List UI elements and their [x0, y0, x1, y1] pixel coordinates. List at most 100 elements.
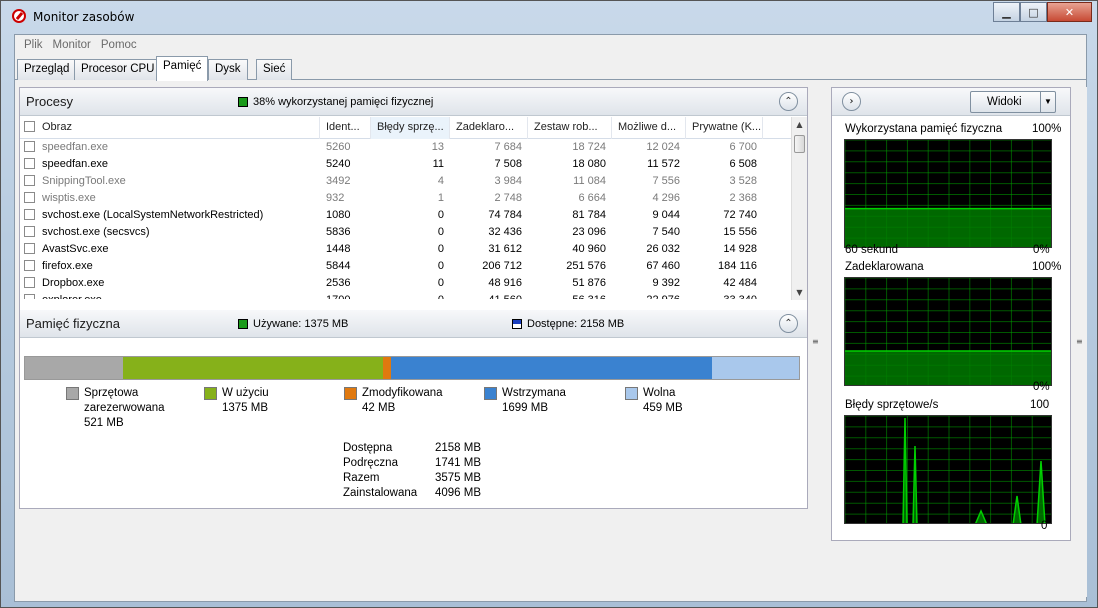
cell-ws: 11 084 [573, 175, 606, 187]
cell-priv: 3 528 [729, 175, 757, 187]
process-name: firefox.exe [42, 260, 93, 272]
stat-value: 2158 MB [435, 442, 482, 454]
process-checkbox[interactable] [24, 243, 35, 254]
processes-header[interactable]: Procesy 38% wykorzystanej pamięci fizycz… [20, 88, 807, 116]
process-table-scrollbar[interactable]: ▲ ▼ [791, 117, 807, 300]
graph-area [845, 351, 1051, 385]
stat-row-zainstalowana: Zainstalowana 4096 MB [343, 486, 481, 501]
tab-dysk[interactable]: Dysk [208, 59, 248, 80]
cell-pid: 3492 [326, 175, 351, 187]
cell-obraz: Dropbox.exe [20, 275, 320, 292]
cell-priv: 42 484 [723, 277, 757, 289]
legend-item: Wstrzymana 1699 MB [484, 386, 566, 416]
scroll-down-arrow-icon[interactable]: ▼ [792, 285, 807, 300]
process-checkbox[interactable] [24, 277, 35, 288]
tab-procesor-cpu[interactable]: Procesor CPU [74, 59, 162, 80]
cell-priv: 33 340 [686, 292, 763, 299]
process-checkbox[interactable] [24, 192, 35, 203]
left-pane-scrollbar[interactable]: ≡ [809, 87, 823, 597]
table-row[interactable]: svchost.exe (secsvcs) 5836 0 32 436 23 096 7 … [20, 224, 793, 241]
available-memory-summary: Dostępne: 2158 MB [512, 318, 624, 330]
process-checkbox[interactable] [24, 226, 35, 237]
cell-priv: 14 928 [723, 243, 757, 255]
expand-graphs-button[interactable]: › [842, 92, 861, 111]
collapse-processes-button[interactable]: ⌃ [779, 92, 798, 111]
left-panel: Procesy 38% wykorzystanej pamięci fizycz… [19, 87, 808, 509]
legend-swatch [204, 387, 217, 400]
stat-value: 4096 MB [435, 487, 482, 499]
graph1-title: Wykorzystana pamięć fizyczna [845, 123, 1003, 135]
cell-commit: 31 612 [488, 243, 522, 255]
process-name: speedfan.exe [42, 158, 109, 170]
membar-segment [25, 357, 124, 379]
graphs-panel-footer [827, 543, 1073, 601]
table-header: Obraz Ident... Błędy sprzę... Zadeklaro.… [20, 117, 793, 139]
memory-usage-text: 38% wykorzystanej pamięci fizycznej [253, 96, 434, 108]
graphs-scrollbar[interactable]: ≡ [1073, 87, 1087, 597]
col-bledy-sprzetowe[interactable]: Błędy sprzę... [371, 117, 450, 139]
stat-row-podreczna: Podręczna 1741 MB [343, 456, 481, 471]
cell-faults: 4 [437, 175, 444, 187]
table-row[interactable]: AvastSvc.exe 1448 0 31 612 40 960 26 032 14 92… [20, 241, 793, 258]
tab-przeglad[interactable]: Przegląd [17, 59, 77, 80]
collapse-physical-memory-button[interactable]: ⌃ [779, 314, 798, 333]
col-zadeklarowane[interactable]: Zadeklaro... [450, 117, 528, 139]
cell-commit: 48 916 [488, 277, 522, 289]
col-ident[interactable]: Ident... [320, 117, 371, 139]
graph2-min: 0% [1033, 381, 1050, 393]
tab-siec[interactable]: Sieć [256, 59, 293, 80]
process-checkbox[interactable] [24, 141, 35, 152]
process-checkbox[interactable] [24, 158, 35, 169]
col-zestaw-roboczy[interactable]: Zestaw rob... [528, 117, 612, 139]
available-memory-text: Dostępne: 2158 MB [527, 318, 625, 330]
maximize-button[interactable]: □ [1020, 2, 1047, 22]
process-name: wisptis.exe [42, 192, 96, 204]
minimize-button[interactable]: ▁ [993, 2, 1020, 22]
window-title: Monitor zasobów [33, 10, 135, 24]
table-row[interactable]: explorer.exe 1700041 56056 31622 97633 34… [20, 292, 793, 299]
stat-label: Razem [343, 472, 380, 484]
cell-ws: 251 576 [566, 260, 606, 272]
scroll-thumb[interactable] [794, 135, 805, 153]
process-checkbox[interactable] [24, 175, 35, 186]
select-all-checkbox[interactable] [24, 121, 35, 132]
stat-row-razem: Razem 3575 MB [343, 471, 481, 486]
available-legend-icon [512, 319, 522, 330]
memory-stats: Dostępna 2158 MB Podręczna 1741 MB Razem 35… [343, 441, 481, 501]
cell-obraz: svchost.exe (LocalSystemNetworkRestricte… [20, 207, 320, 224]
table-row[interactable]: speedfan.exe 5260 13 7 684 18 724 12 024 6 700 [20, 139, 793, 156]
menu-plik[interactable]: Plik [19, 39, 48, 51]
used-memory-summary: Używane: 1375 MB [238, 318, 348, 330]
menu-monitor[interactable]: Monitor [48, 39, 96, 51]
menu-pomoc[interactable]: Pomoc [96, 39, 142, 51]
table-row[interactable]: firefox.exe 5844 0 206 712 251 576 67 460 184 … [20, 258, 793, 275]
cell-ws: 18 080 [572, 158, 606, 170]
graph2-title: Zadeklarowana [845, 261, 924, 273]
cell-faults: 11 [432, 158, 444, 170]
col-obraz[interactable]: Obraz [20, 117, 320, 139]
resource-monitor-icon [12, 9, 26, 23]
process-checkbox[interactable] [24, 260, 35, 271]
stat-label: Dostępna [343, 442, 393, 454]
process-checkbox[interactable] [24, 294, 35, 299]
views-dropdown[interactable]: Widoki ▼ [970, 91, 1056, 113]
table-row[interactable]: speedfan.exe 5240 11 7 508 18 080 11 572 6 508 [20, 156, 793, 173]
cell-pid: 1700 [320, 292, 371, 299]
cell-commit: 3 984 [494, 175, 522, 187]
title-bar[interactable]: Monitor zasobów ▁ □ ✕ [1, 1, 1097, 31]
physical-memory-header[interactable]: Pamięć fizyczna Używane: 1375 MB Dostępn… [20, 310, 807, 338]
process-checkbox[interactable] [24, 209, 35, 220]
cell-share: 9 392 [652, 277, 680, 289]
table-row[interactable]: svchost.exe (LocalSystemNetworkRestricte… [20, 207, 793, 224]
table-row[interactable]: SnippingTool.exe 3492 4 3 984 11 084 7 556 3 5… [20, 173, 793, 190]
scroll-up-arrow-icon[interactable]: ▲ [792, 117, 807, 132]
legend-item: Zmodyfikowana 42 MB [344, 386, 443, 416]
close-button[interactable]: ✕ [1047, 2, 1092, 22]
legend-item: Sprzętowa zarezerwowana 521 MB [66, 386, 165, 431]
cell-obraz: wisptis.exe [20, 190, 320, 207]
col-prywatne[interactable]: Prywatne (K... [686, 117, 763, 139]
table-row[interactable]: Dropbox.exe 2536 0 48 916 51 876 9 392 42 484 [20, 275, 793, 292]
col-mozliwe-do-udostepnienia[interactable]: Możliwe d... [612, 117, 686, 139]
tab-pamiec[interactable]: Pamięć [156, 56, 209, 81]
table-row[interactable]: wisptis.exe 932 1 2 748 6 664 4 296 2 368 [20, 190, 793, 207]
